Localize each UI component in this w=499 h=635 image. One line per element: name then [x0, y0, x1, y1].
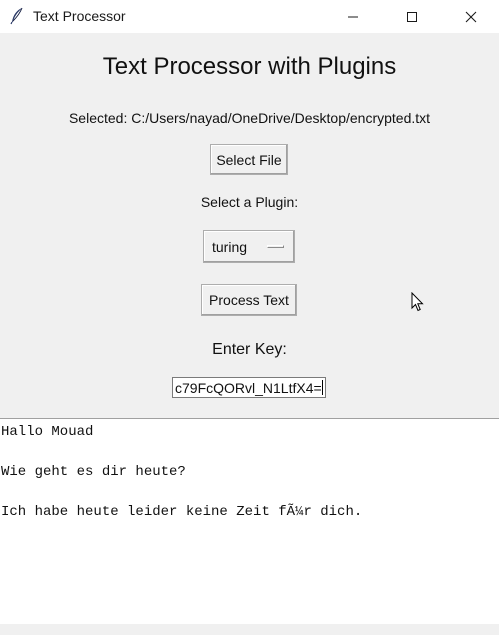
process-text-button[interactable]: Process Text: [201, 284, 297, 316]
select-file-button[interactable]: Select File: [210, 144, 288, 175]
plugin-label: Select a Plugin:: [200, 194, 299, 210]
feather-icon: [10, 7, 23, 25]
mouse-pointer-icon: [411, 292, 424, 312]
title-bar[interactable]: Text Processor: [0, 0, 499, 33]
plugin-select[interactable]: turing: [203, 230, 295, 263]
output-line: Wie geht es dir heute?: [1, 464, 186, 480]
bottom-strip: [0, 624, 499, 635]
key-input[interactable]: [172, 377, 326, 398]
close-button[interactable]: [448, 0, 494, 33]
output-text-area[interactable]: Hallo Mouad Wie geht es dir heute? Ich h…: [0, 418, 499, 624]
close-icon: [465, 11, 477, 22]
minimize-icon: [348, 16, 358, 17]
maximize-icon: [407, 11, 417, 22]
maximize-button[interactable]: [389, 0, 435, 33]
plugin-select-value: turing: [212, 239, 248, 255]
minimize-button[interactable]: [330, 0, 376, 33]
key-label: Enter Key:: [212, 341, 287, 358]
app-window: Text Processor Text Processor with Plugi…: [0, 0, 499, 635]
output-line: Hallo Mouad: [1, 424, 94, 440]
page-title: Text Processor with Plugins: [102, 53, 397, 80]
selected-file-label: Selected: C:/Users/nayad/OneDrive/Deskto…: [68, 110, 431, 126]
window-title: Text Processor: [33, 8, 126, 24]
option-menu-indicator-icon: [267, 245, 284, 248]
text-caret: [322, 380, 323, 395]
output-line: Ich habe heute leider keine Zeit fÃ¼r di…: [1, 504, 363, 520]
